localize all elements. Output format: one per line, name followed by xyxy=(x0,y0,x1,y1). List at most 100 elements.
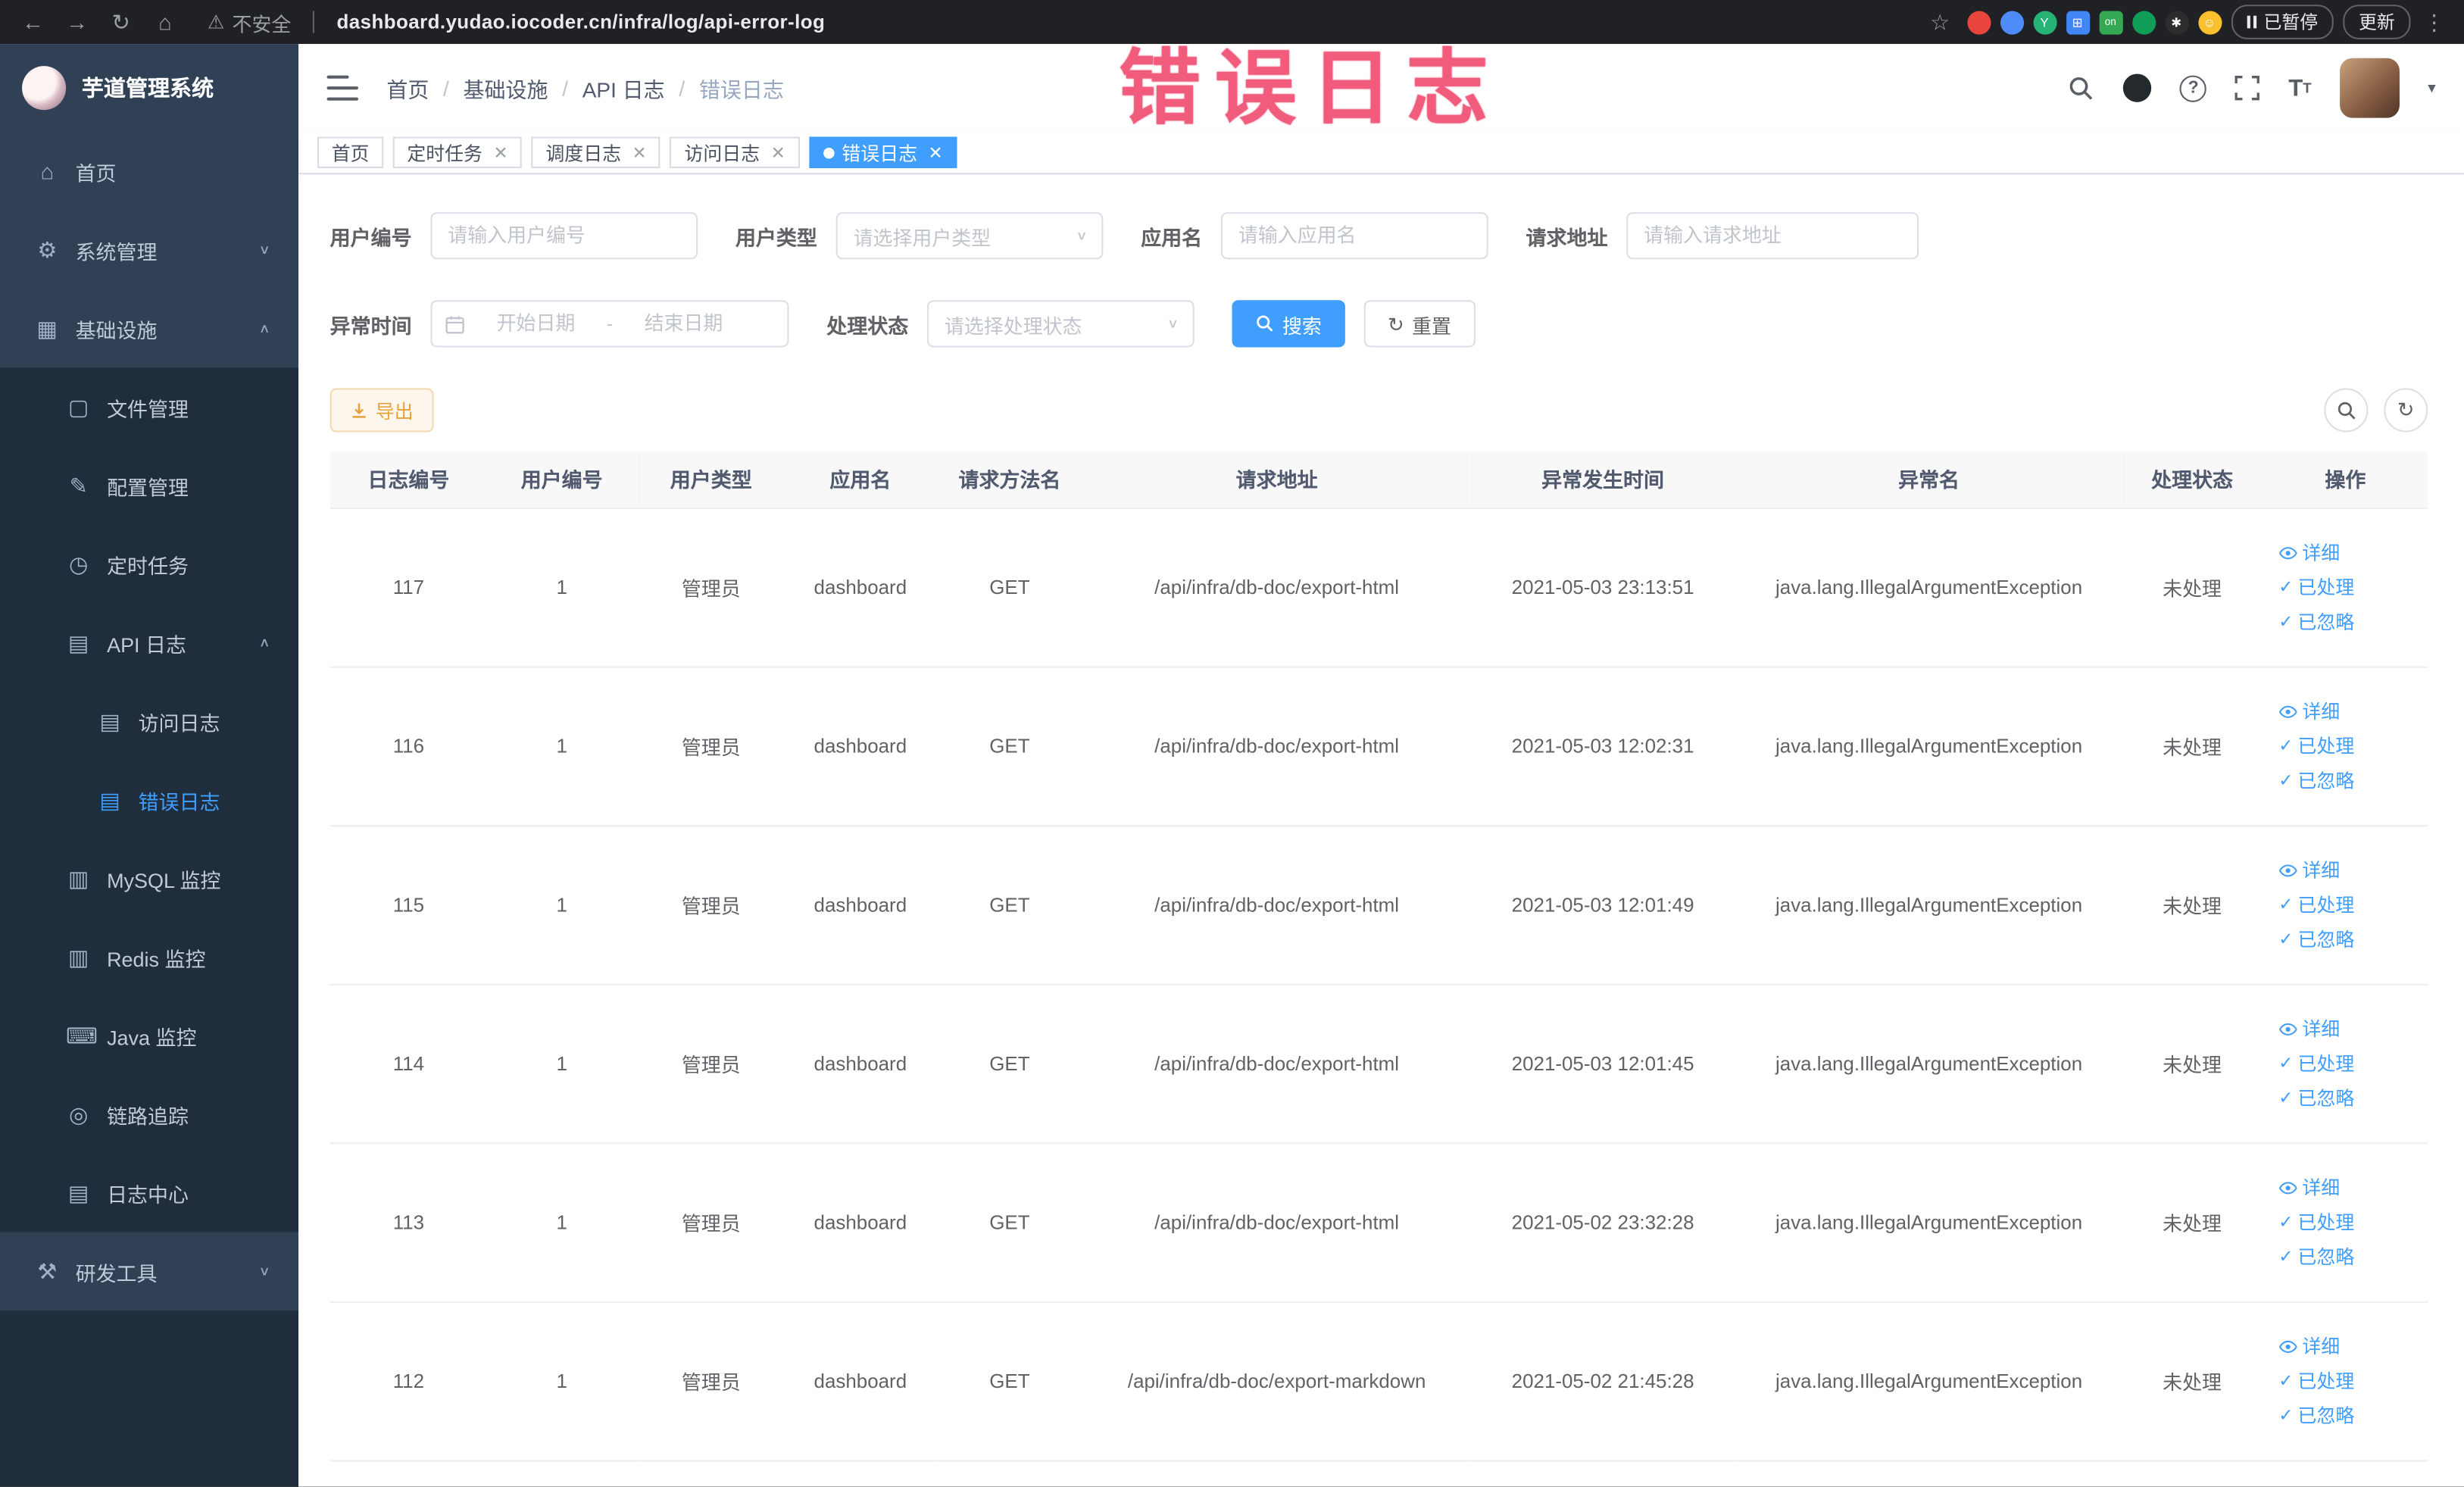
extension-icon-green[interactable]: Y xyxy=(2032,10,2056,34)
sidebar-item-error-logs[interactable]: ▤ 错误日志 xyxy=(0,761,298,839)
sidebar-item-redis-monitor[interactable]: ▥ Redis 监控 xyxy=(0,918,298,997)
detail-link[interactable]: 详细 xyxy=(2269,1170,2422,1205)
download-icon xyxy=(352,402,366,417)
processed-link[interactable]: ✓ 已处理 xyxy=(2269,1204,2422,1239)
sidebar-item-mysql-monitor[interactable]: ▥ MySQL 监控 xyxy=(0,839,298,918)
check-icon: ✓ xyxy=(2278,1212,2294,1232)
eye-icon xyxy=(2278,704,2297,717)
app-name-input[interactable] xyxy=(1221,212,1488,260)
extension-icon-grid[interactable]: ⊞ xyxy=(2066,10,2090,34)
reset-button[interactable]: ↻ 重置 xyxy=(1363,300,1476,348)
github-icon[interactable] xyxy=(2123,73,2152,102)
avatar-caret-icon[interactable]: ▾ xyxy=(2428,80,2435,97)
chevron-up-icon: ∧ xyxy=(258,636,270,650)
update-button[interactable]: 更新 xyxy=(2343,5,2411,39)
browser-menu-icon[interactable]: ⋮ xyxy=(2420,8,2448,35)
ignored-link[interactable]: ✓ 已忽略 xyxy=(2269,604,2422,639)
help-icon[interactable]: ? xyxy=(2180,74,2207,102)
end-date-input[interactable] xyxy=(622,311,745,336)
home-icon[interactable]: ⌂ xyxy=(148,5,183,39)
paused-badge[interactable]: 已暂停 xyxy=(2230,5,2334,39)
sidebar-item-infrastructure[interactable]: ▦ 基础设施 ∧ xyxy=(0,289,298,368)
hide-search-button[interactable] xyxy=(2324,388,2369,433)
sidebar-item-home[interactable]: ⌂ 首页 xyxy=(0,132,298,211)
annotation-overlay-title: 错误日志 xyxy=(1119,44,1503,136)
table-row: 116 1 管理员 dashboard GET /api/infra/db-do… xyxy=(329,666,2428,826)
clock-icon: ◷ xyxy=(69,551,89,576)
breadcrumb-api-logs[interactable]: API 日志 xyxy=(582,72,665,103)
tab-scheduled-tasks[interactable]: 定时任务 ✕ xyxy=(392,136,523,168)
tab-dispatch-logs[interactable]: 调度日志 ✕ xyxy=(531,136,661,168)
table-row: 115 1 管理员 dashboard GET /api/infra/db-do… xyxy=(329,825,2428,985)
breadcrumb-infrastructure[interactable]: 基础设施 xyxy=(464,72,548,103)
home-icon: ⌂ xyxy=(40,158,55,184)
detail-link[interactable]: 详细 xyxy=(2269,1329,2422,1364)
user-type-select[interactable]: 请选择用户类型 ∨ xyxy=(835,212,1104,260)
close-icon[interactable]: ✕ xyxy=(493,142,507,163)
extension-icon-on[interactable]: on xyxy=(2098,10,2122,34)
tab-error-logs[interactable]: 错误日志 ✕ xyxy=(808,136,957,168)
exception-time-range-picker[interactable]: - xyxy=(430,300,789,348)
close-icon[interactable]: ✕ xyxy=(929,142,943,163)
processed-link[interactable]: ✓ 已处理 xyxy=(2269,1046,2422,1081)
collapse-menu-icon[interactable] xyxy=(326,75,359,101)
font-size-icon[interactable]: TT xyxy=(2288,75,2311,102)
fullscreen-icon[interactable] xyxy=(2235,75,2260,101)
ignored-link[interactable]: ✓ 已忽略 xyxy=(2269,1239,2422,1274)
sidebar-item-file-management[interactable]: ▢ 文件管理 xyxy=(0,367,298,446)
refresh-table-button[interactable]: ↻ xyxy=(2384,388,2428,433)
sidebar-item-java-monitor[interactable]: ⌨ Java 监控 xyxy=(0,996,298,1075)
forward-icon[interactable]: → xyxy=(60,5,95,39)
security-label: 不安全 xyxy=(232,13,292,36)
export-button[interactable]: 导出 xyxy=(329,388,434,433)
detail-link[interactable]: 详细 xyxy=(2269,694,2422,729)
breadcrumb-home[interactable]: 首页 xyxy=(386,72,429,103)
processed-link[interactable]: ✓ 已处理 xyxy=(2269,570,2422,604)
sidebar-item-dev-tools[interactable]: ⚒ 研发工具 ∨ xyxy=(0,1232,298,1311)
security-indicator[interactable]: ⚠ 不安全 xyxy=(208,7,292,36)
detail-link[interactable]: 详细 xyxy=(2269,852,2422,887)
extension-icon-blue[interactable] xyxy=(1999,10,2024,34)
sidebar-item-scheduled-tasks[interactable]: ◷ 定时任务 xyxy=(0,525,298,604)
user-id-input[interactable] xyxy=(430,212,698,260)
request-url-input[interactable] xyxy=(1626,212,1919,260)
user-avatar[interactable] xyxy=(2340,58,2400,118)
sidebar-item-access-logs[interactable]: ▤ 访问日志 xyxy=(0,682,298,761)
logo[interactable]: 芋道管理系统 xyxy=(0,44,298,132)
ignored-link[interactable]: ✓ 已忽略 xyxy=(2269,1398,2422,1432)
search-icon[interactable] xyxy=(2069,75,2095,102)
processed-link[interactable]: ✓ 已处理 xyxy=(2269,1364,2422,1398)
back-icon[interactable]: ← xyxy=(16,5,51,39)
detail-link[interactable]: 详细 xyxy=(2269,535,2422,570)
search-button[interactable]: 搜索 xyxy=(1232,300,1345,348)
processed-link[interactable]: ✓ 已处理 xyxy=(2269,887,2422,922)
extension-icon-leaf[interactable] xyxy=(2131,10,2156,34)
ignored-link[interactable]: ✓ 已忽略 xyxy=(2269,922,2422,957)
search-icon xyxy=(1257,315,1273,332)
tab-access-logs[interactable]: 访问日志 ✕ xyxy=(670,136,800,168)
status-cell: 未处理 xyxy=(2121,508,2263,667)
process-status-select[interactable]: 请选择处理状态 ∨ xyxy=(927,300,1195,348)
ignored-link[interactable]: ✓ 已忽略 xyxy=(2269,1080,2422,1115)
active-dot xyxy=(823,146,835,158)
process-status-label: 处理状态 xyxy=(826,313,909,338)
sidebar-item-log-center[interactable]: ▤ 日志中心 xyxy=(0,1154,298,1232)
start-date-input[interactable] xyxy=(474,311,598,336)
extension-icon-red[interactable] xyxy=(1966,10,1991,34)
bookmark-star-icon[interactable]: ☆ xyxy=(1922,5,1957,39)
sidebar-item-link-tracing[interactable]: ◎ 链路追踪 xyxy=(0,1075,298,1154)
profile-avatar-icon[interactable]: ☺ xyxy=(2197,10,2222,34)
url-text[interactable]: dashboard.yudao.iocoder.cn/infra/log/api… xyxy=(337,11,826,33)
close-icon[interactable]: ✕ xyxy=(632,142,647,163)
extension-icon-dark[interactable]: ✱ xyxy=(2164,10,2188,34)
reload-icon[interactable]: ↻ xyxy=(104,5,139,39)
detail-link[interactable]: 详细 xyxy=(2269,1011,2422,1046)
close-icon[interactable]: ✕ xyxy=(771,142,785,163)
request-url-label: 请求地址 xyxy=(1526,225,1608,249)
sidebar-item-system[interactable]: ⚙ 系统管理 ∨ xyxy=(0,211,298,289)
sidebar-item-config-management[interactable]: ✎ 配置管理 xyxy=(0,446,298,525)
processed-link[interactable]: ✓ 已处理 xyxy=(2269,729,2422,764)
sidebar-item-api-logs[interactable]: ▤ API 日志 ∧ xyxy=(0,604,298,683)
ignored-link[interactable]: ✓ 已忽略 xyxy=(2269,763,2422,798)
tab-home[interactable]: 首页 xyxy=(317,136,384,168)
